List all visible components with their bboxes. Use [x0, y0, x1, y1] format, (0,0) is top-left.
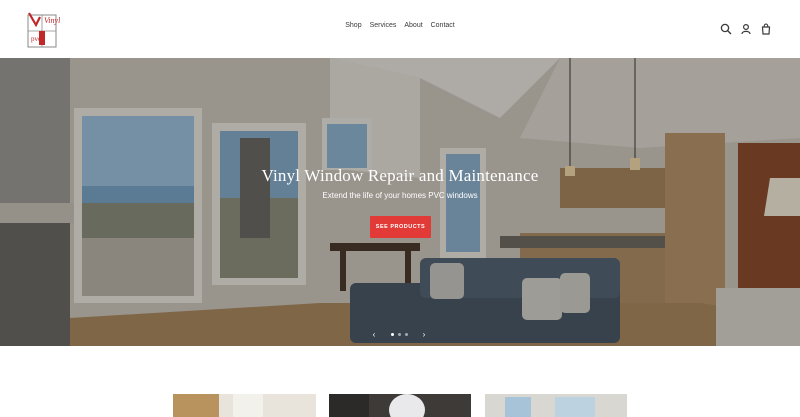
cart-icon[interactable]	[760, 22, 772, 35]
see-products-button[interactable]: SEE PRODUCTS	[370, 216, 431, 238]
product-card-3[interactable]	[485, 394, 627, 417]
header-icons	[720, 22, 772, 35]
nav-item-shop[interactable]: Shop	[345, 22, 361, 29]
hero-banner: Vinyl Window Repair and Maintenance Exte…	[0, 58, 800, 346]
logo[interactable]: Vinyl pvc	[26, 11, 61, 49]
next-slide-icon[interactable]: ›	[420, 330, 428, 339]
slide-dot-1[interactable]	[390, 333, 394, 336]
main-nav: Shop Services About Contact	[0, 22, 800, 29]
nav-item-services[interactable]: Services	[370, 22, 397, 29]
hero-title: Vinyl Window Repair and Maintenance	[261, 166, 539, 185]
slide-dot-3[interactable]	[404, 333, 408, 336]
slide-dots	[390, 333, 408, 336]
hero-overlay	[0, 58, 800, 346]
account-icon[interactable]	[740, 22, 752, 35]
product-image-1	[173, 394, 316, 417]
logo-sub-text: pvc	[31, 35, 41, 43]
previous-slide-icon[interactable]: ‹	[370, 330, 378, 339]
product-image-3	[485, 394, 627, 417]
search-icon[interactable]	[720, 22, 732, 35]
product-image-2	[329, 394, 471, 417]
slideshow-controls: ‹ ›	[370, 330, 428, 339]
nav-item-about[interactable]: About	[404, 22, 422, 29]
nav-item-contact[interactable]: Contact	[431, 22, 455, 29]
product-card-1[interactable]	[173, 394, 316, 417]
site-header: Vinyl pvc Shop Services About Contact	[0, 0, 800, 58]
product-card-2[interactable]	[329, 394, 471, 417]
slide-dot-2[interactable]	[397, 333, 401, 336]
hero-subtitle: Extend the life of your homes PVC window…	[322, 191, 478, 200]
